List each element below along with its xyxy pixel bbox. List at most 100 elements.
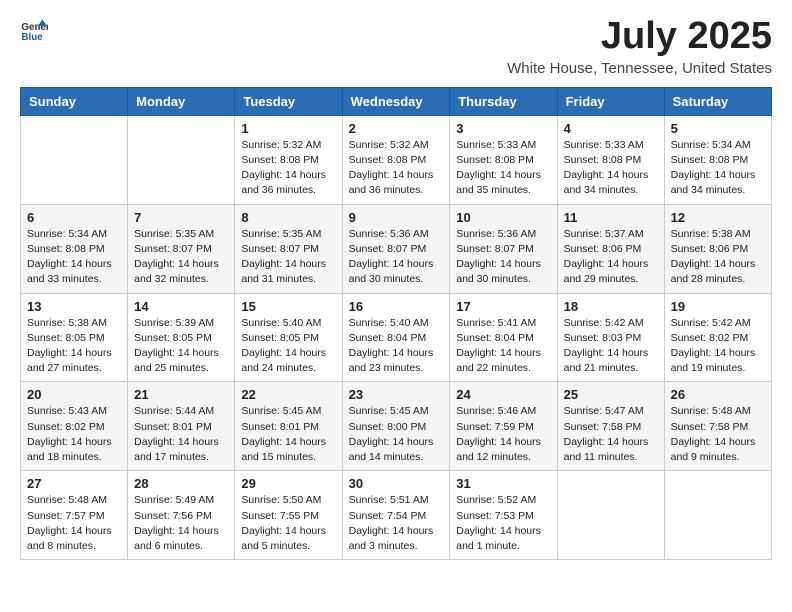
month-title: July 2025 — [507, 16, 772, 58]
day-number: 19 — [671, 299, 765, 314]
calendar-cell: 2 Sunrise: 5:32 AM Sunset: 8:08 PM Daylig… — [342, 115, 450, 204]
weekday-header: Saturday — [664, 87, 771, 115]
day-number: 1 — [241, 121, 335, 136]
cell-content: Sunrise: 5:32 AM Sunset: 8:08 PM Dayligh… — [241, 138, 335, 199]
calendar-cell: 1 Sunrise: 5:32 AM Sunset: 8:08 PM Daylig… — [235, 115, 342, 204]
day-number: 8 — [241, 210, 335, 225]
cell-content: Sunrise: 5:49 AM Sunset: 7:56 PM Dayligh… — [134, 493, 228, 554]
weekday-header: Wednesday — [342, 87, 450, 115]
day-number: 5 — [671, 121, 765, 136]
cell-content: Sunrise: 5:33 AM Sunset: 8:08 PM Dayligh… — [564, 138, 658, 199]
day-number: 21 — [134, 387, 228, 402]
cell-content: Sunrise: 5:32 AM Sunset: 8:08 PM Dayligh… — [349, 138, 444, 199]
logo: General Blue — [20, 16, 48, 44]
calendar-cell: 20 Sunrise: 5:43 AM Sunset: 8:02 PM Dayli… — [21, 382, 128, 471]
calendar-cell: 12 Sunrise: 5:38 AM Sunset: 8:06 PM Dayli… — [664, 204, 771, 293]
day-number: 14 — [134, 299, 228, 314]
day-number: 11 — [564, 210, 658, 225]
cell-content: Sunrise: 5:42 AM Sunset: 8:03 PM Dayligh… — [564, 316, 658, 377]
calendar-cell: 21 Sunrise: 5:44 AM Sunset: 8:01 PM Dayli… — [128, 382, 235, 471]
location: White House, Tennessee, United States — [507, 60, 772, 77]
cell-content: Sunrise: 5:42 AM Sunset: 8:02 PM Dayligh… — [671, 316, 765, 377]
cell-content: Sunrise: 5:40 AM Sunset: 8:05 PM Dayligh… — [241, 316, 335, 377]
calendar-week-row: 6 Sunrise: 5:34 AM Sunset: 8:08 PM Daylig… — [21, 204, 772, 293]
cell-content: Sunrise: 5:43 AM Sunset: 8:02 PM Dayligh… — [27, 404, 121, 465]
cell-content: Sunrise: 5:45 AM Sunset: 8:00 PM Dayligh… — [349, 404, 444, 465]
calendar-cell: 27Sunrise: 5:48 AM Sunset: 7:57 PM Dayli… — [21, 471, 128, 560]
day-number: 3 — [456, 121, 550, 136]
day-number: 24 — [456, 387, 550, 402]
svg-text:Blue: Blue — [21, 32, 43, 43]
weekday-header: Tuesday — [235, 87, 342, 115]
day-number: 22 — [241, 387, 335, 402]
day-number: 4 — [564, 121, 658, 136]
cell-content: Sunrise: 5:35 AM Sunset: 8:07 PM Dayligh… — [241, 227, 335, 288]
calendar-week-row: 1 Sunrise: 5:32 AM Sunset: 8:08 PM Daylig… — [21, 115, 772, 204]
day-number: 27 — [27, 476, 121, 491]
calendar-cell: 6 Sunrise: 5:34 AM Sunset: 8:08 PM Daylig… — [21, 204, 128, 293]
weekday-header-row: SundayMondayTuesdayWednesdayThursdayFrid… — [21, 87, 772, 115]
day-number: 18 — [564, 299, 658, 314]
cell-content: Sunrise: 5:34 AM Sunset: 8:08 PM Dayligh… — [671, 138, 765, 199]
day-number: 15 — [241, 299, 335, 314]
day-number: 28 — [134, 476, 228, 491]
cell-content: Sunrise: 5:48 AM Sunset: 7:58 PM Dayligh… — [671, 404, 765, 465]
cell-content: Sunrise: 5:33 AM Sunset: 8:08 PM Dayligh… — [456, 138, 550, 199]
cell-content: Sunrise: 5:36 AM Sunset: 8:07 PM Dayligh… — [456, 227, 550, 288]
calendar-cell: 10Sunrise: 5:36 AM Sunset: 8:07 PM Dayli… — [450, 204, 557, 293]
calendar-cell: 31 Sunrise: 5:52 AM Sunset: 7:53 PM Dayli… — [450, 471, 557, 560]
cell-content: Sunrise: 5:36 AM Sunset: 8:07 PM Dayligh… — [349, 227, 444, 288]
cell-content: Sunrise: 5:38 AM Sunset: 8:06 PM Dayligh… — [671, 227, 765, 288]
calendar-cell: 22 Sunrise: 5:45 AM Sunset: 8:01 PM Dayli… — [235, 382, 342, 471]
weekday-header: Friday — [557, 87, 664, 115]
page-header: General Blue July 2025 White House, Tenn… — [20, 16, 772, 77]
day-number: 13 — [27, 299, 121, 314]
calendar-cell: 29Sunrise: 5:50 AM Sunset: 7:55 PM Dayli… — [235, 471, 342, 560]
cell-content: Sunrise: 5:52 AM Sunset: 7:53 PM Dayligh… — [456, 493, 550, 554]
calendar-cell: 7Sunrise: 5:35 AM Sunset: 8:07 PM Daylig… — [128, 204, 235, 293]
calendar-cell: 17Sunrise: 5:41 AM Sunset: 8:04 PM Dayli… — [450, 293, 557, 382]
logo-icon: General Blue — [20, 16, 48, 44]
calendar-cell: 16 Sunrise: 5:40 AM Sunset: 8:04 PM Dayli… — [342, 293, 450, 382]
day-number: 6 — [27, 210, 121, 225]
cell-content: Sunrise: 5:39 AM Sunset: 8:05 PM Dayligh… — [134, 316, 228, 377]
day-number: 25 — [564, 387, 658, 402]
day-number: 12 — [671, 210, 765, 225]
calendar-table: SundayMondayTuesdayWednesdayThursdayFrid… — [20, 87, 772, 560]
calendar-cell — [557, 471, 664, 560]
calendar-cell: 5 Sunrise: 5:34 AM Sunset: 8:08 PM Daylig… — [664, 115, 771, 204]
calendar-week-row: 13 Sunrise: 5:38 AM Sunset: 8:05 PM Dayli… — [21, 293, 772, 382]
day-number: 20 — [27, 387, 121, 402]
calendar-week-row: 20 Sunrise: 5:43 AM Sunset: 8:02 PM Dayli… — [21, 382, 772, 471]
calendar-cell: 9Sunrise: 5:36 AM Sunset: 8:07 PM Daylig… — [342, 204, 450, 293]
calendar-cell: 11 Sunrise: 5:37 AM Sunset: 8:06 PM Dayli… — [557, 204, 664, 293]
day-number: 16 — [349, 299, 444, 314]
day-number: 7 — [134, 210, 228, 225]
calendar-cell: 25Sunrise: 5:47 AM Sunset: 7:58 PM Dayli… — [557, 382, 664, 471]
cell-content: Sunrise: 5:51 AM Sunset: 7:54 PM Dayligh… — [349, 493, 444, 554]
cell-content: Sunrise: 5:46 AM Sunset: 7:59 PM Dayligh… — [456, 404, 550, 465]
title-area: July 2025 White House, Tennessee, United… — [507, 16, 772, 77]
cell-content: Sunrise: 5:45 AM Sunset: 8:01 PM Dayligh… — [241, 404, 335, 465]
calendar-cell: 15 Sunrise: 5:40 AM Sunset: 8:05 PM Dayli… — [235, 293, 342, 382]
calendar-cell: 13 Sunrise: 5:38 AM Sunset: 8:05 PM Dayli… — [21, 293, 128, 382]
day-number: 23 — [349, 387, 444, 402]
weekday-header: Monday — [128, 87, 235, 115]
cell-content: Sunrise: 5:34 AM Sunset: 8:08 PM Dayligh… — [27, 227, 121, 288]
calendar-cell: 8 Sunrise: 5:35 AM Sunset: 8:07 PM Daylig… — [235, 204, 342, 293]
day-number: 26 — [671, 387, 765, 402]
weekday-header: Thursday — [450, 87, 557, 115]
cell-content: Sunrise: 5:37 AM Sunset: 8:06 PM Dayligh… — [564, 227, 658, 288]
cell-content: Sunrise: 5:38 AM Sunset: 8:05 PM Dayligh… — [27, 316, 121, 377]
cell-content: Sunrise: 5:44 AM Sunset: 8:01 PM Dayligh… — [134, 404, 228, 465]
calendar-cell — [128, 115, 235, 204]
cell-content: Sunrise: 5:40 AM Sunset: 8:04 PM Dayligh… — [349, 316, 444, 377]
calendar-cell: 18 Sunrise: 5:42 AM Sunset: 8:03 PM Dayli… — [557, 293, 664, 382]
cell-content: Sunrise: 5:50 AM Sunset: 7:55 PM Dayligh… — [241, 493, 335, 554]
calendar-cell: 30Sunrise: 5:51 AM Sunset: 7:54 PM Dayli… — [342, 471, 450, 560]
calendar-cell — [664, 471, 771, 560]
calendar-cell: 19 Sunrise: 5:42 AM Sunset: 8:02 PM Dayli… — [664, 293, 771, 382]
calendar-cell: 24 Sunrise: 5:46 AM Sunset: 7:59 PM Dayli… — [450, 382, 557, 471]
day-number: 31 — [456, 476, 550, 491]
day-number: 2 — [349, 121, 444, 136]
